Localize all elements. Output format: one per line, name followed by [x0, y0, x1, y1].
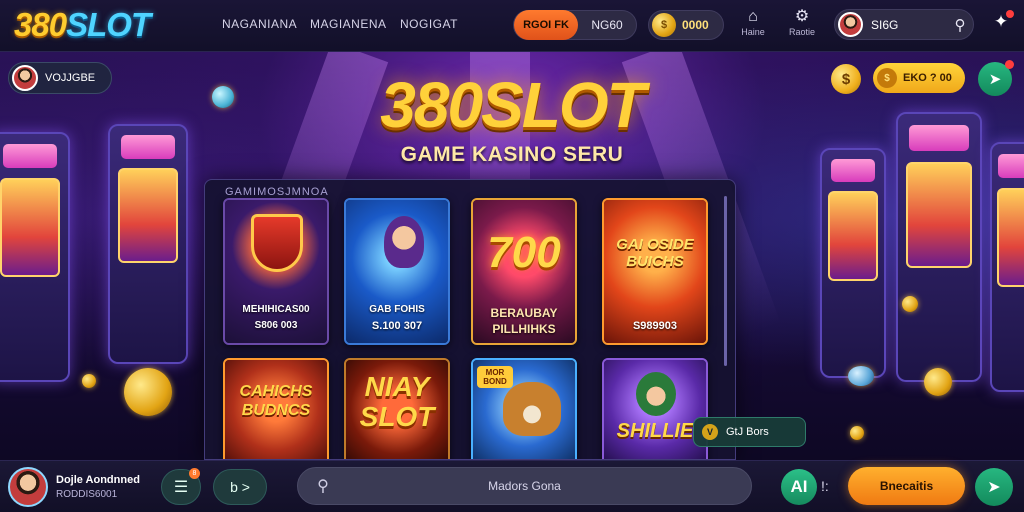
game-art: MEHIHICAS00 S806 003	[225, 200, 327, 343]
game-card-subtitle: S806 003	[254, 320, 298, 331]
character-illustration	[384, 216, 424, 268]
shield-icon	[251, 214, 303, 272]
floating-info-chip[interactable]: V GtJ Bors	[693, 417, 806, 447]
game-card-title: SHILLIE	[616, 420, 694, 442]
settings-button[interactable]: ⚙ Raotie	[782, 8, 822, 37]
gold-v-icon: V	[702, 424, 718, 440]
coin-decoration	[850, 426, 864, 440]
game-card-title: 700	[487, 228, 561, 277]
dog-illustration	[503, 382, 561, 436]
username: SI6G	[871, 17, 899, 32]
avatar	[838, 12, 863, 37]
slot-machine-decoration	[990, 142, 1024, 392]
avatar	[8, 467, 48, 507]
game-card[interactable]: NIAY SLOT	[344, 358, 450, 459]
game-card-title: GAB FOHIS	[369, 304, 425, 315]
bottom-user-name: Dojle Aondnned	[56, 474, 140, 486]
nav-link-2[interactable]: MAGIANENA	[310, 17, 387, 31]
slot-machine-decoration	[820, 148, 886, 378]
game-card-title: MEHIHICAS00	[242, 304, 310, 315]
coin-decoration	[924, 368, 952, 396]
panel-title: GAMIMOSJMNOA	[225, 186, 329, 198]
toggle-label[interactable]: !:	[821, 478, 829, 494]
coin-decoration	[124, 368, 172, 416]
slot-machine-decoration	[0, 132, 70, 382]
tools-icon[interactable]: ✦	[988, 10, 1014, 38]
brand-logo[interactable]: 380SLOT	[14, 6, 151, 44]
user-profile-search[interactable]: SI6G ⚲	[834, 9, 974, 40]
promo-label: RGOI FK	[514, 10, 578, 40]
game-art: GAB FOHIS S.100 307	[346, 200, 448, 343]
green-action-button[interactable]: AI	[781, 469, 817, 505]
game-card-subtitle: S.100 307	[371, 320, 423, 332]
game-card[interactable]: MOR BOND	[471, 358, 577, 459]
search-icon: ⚲	[317, 478, 329, 495]
toggle-button[interactable]: b >	[213, 469, 267, 505]
game-card-title: CAHICHS BUDNCS	[239, 383, 313, 419]
hero-title: 380SLOT	[380, 69, 645, 141]
bottom-user-profile[interactable]: Dojle Aondnned RODDIS6001	[8, 466, 158, 508]
notification-dot	[1006, 10, 1014, 18]
search-bar[interactable]: ⚲	[297, 467, 752, 505]
bottom-bar: Dojle Aondnned RODDIS6001 ☰ 8 b > ⚲ AI !…	[0, 460, 1024, 512]
game-art: MOR BOND	[473, 360, 575, 459]
gear-icon: ⚙	[794, 8, 810, 25]
home-button[interactable]: ⌂ Haine	[733, 8, 773, 37]
send-icon: ➤	[987, 479, 1001, 496]
coin-decoration	[82, 374, 96, 388]
list-button[interactable]: ☰ 8	[161, 468, 201, 505]
promo-toggle[interactable]: RGOI FK NG60	[513, 10, 637, 40]
character-illustration	[636, 372, 676, 416]
primary-cta-button[interactable]: Bnecaitis	[848, 467, 965, 505]
hero-subtitle: GAME KASINO SERU	[400, 143, 624, 166]
send-button[interactable]: ➤	[975, 468, 1013, 506]
promo-value: NG60	[591, 18, 623, 32]
list-icon: ☰	[173, 479, 189, 496]
game-card[interactable]: 700 BERAUBAY PILLHIHKS	[471, 198, 577, 345]
game-card[interactable]: GAB FOHIS S.100 307	[344, 198, 450, 345]
balance-amount: 0000	[682, 18, 709, 32]
nav-link-1[interactable]: NAGANIANA	[222, 17, 297, 31]
game-card-subtitle: PILLHIHKS	[492, 322, 556, 336]
home-icon: ⌂	[748, 8, 758, 25]
game-card-badge: MOR BOND	[477, 366, 513, 388]
game-grid-panel: GAMIMOSJMNOA MEHIHICAS00 S806 003 GAB FO…	[204, 179, 736, 460]
top-navigation-bar: 380SLOT NAGANIANA MAGIANENA NOGIGAT RGOI…	[0, 0, 1024, 52]
game-art: GAI OSIDE BUICHS S989903	[604, 200, 706, 343]
game-card-subtitle: S989903	[632, 320, 678, 332]
notification-badge: 8	[189, 468, 200, 479]
search-icon[interactable]: ⚲	[947, 16, 973, 34]
game-card[interactable]: MEHIHICAS00 S806 003	[223, 198, 329, 345]
balance-display[interactable]: $ 0000	[648, 10, 724, 40]
coin-icon: $	[652, 13, 676, 37]
game-card[interactable]: CAHICHS BUDNCS	[223, 358, 329, 459]
game-card-subtitle: BERAUBAY	[490, 306, 558, 320]
game-art: SHILLIE	[604, 360, 706, 459]
nav-link-3[interactable]: NOGIGAT	[400, 17, 458, 31]
game-card-title: NIAY SLOT	[359, 371, 435, 432]
bottom-user-id: RODDIS6001	[56, 489, 118, 500]
game-art: 700 BERAUBAY PILLHIHKS	[473, 200, 575, 343]
game-art: CAHICHS BUDNCS	[225, 360, 327, 459]
game-card[interactable]: GAI OSIDE BUICHS S989903	[602, 198, 708, 345]
game-card[interactable]: SHILLIE	[602, 358, 708, 459]
game-art: NIAY SLOT	[346, 360, 448, 459]
game-card-title: GAI OSIDE BUICHS	[616, 236, 694, 270]
coin-decoration	[902, 296, 918, 312]
search-input[interactable]	[348, 479, 751, 493]
coin-decoration	[848, 366, 874, 386]
scrollbar[interactable]	[724, 196, 727, 366]
floating-chip-label: GtJ Bors	[726, 426, 769, 438]
